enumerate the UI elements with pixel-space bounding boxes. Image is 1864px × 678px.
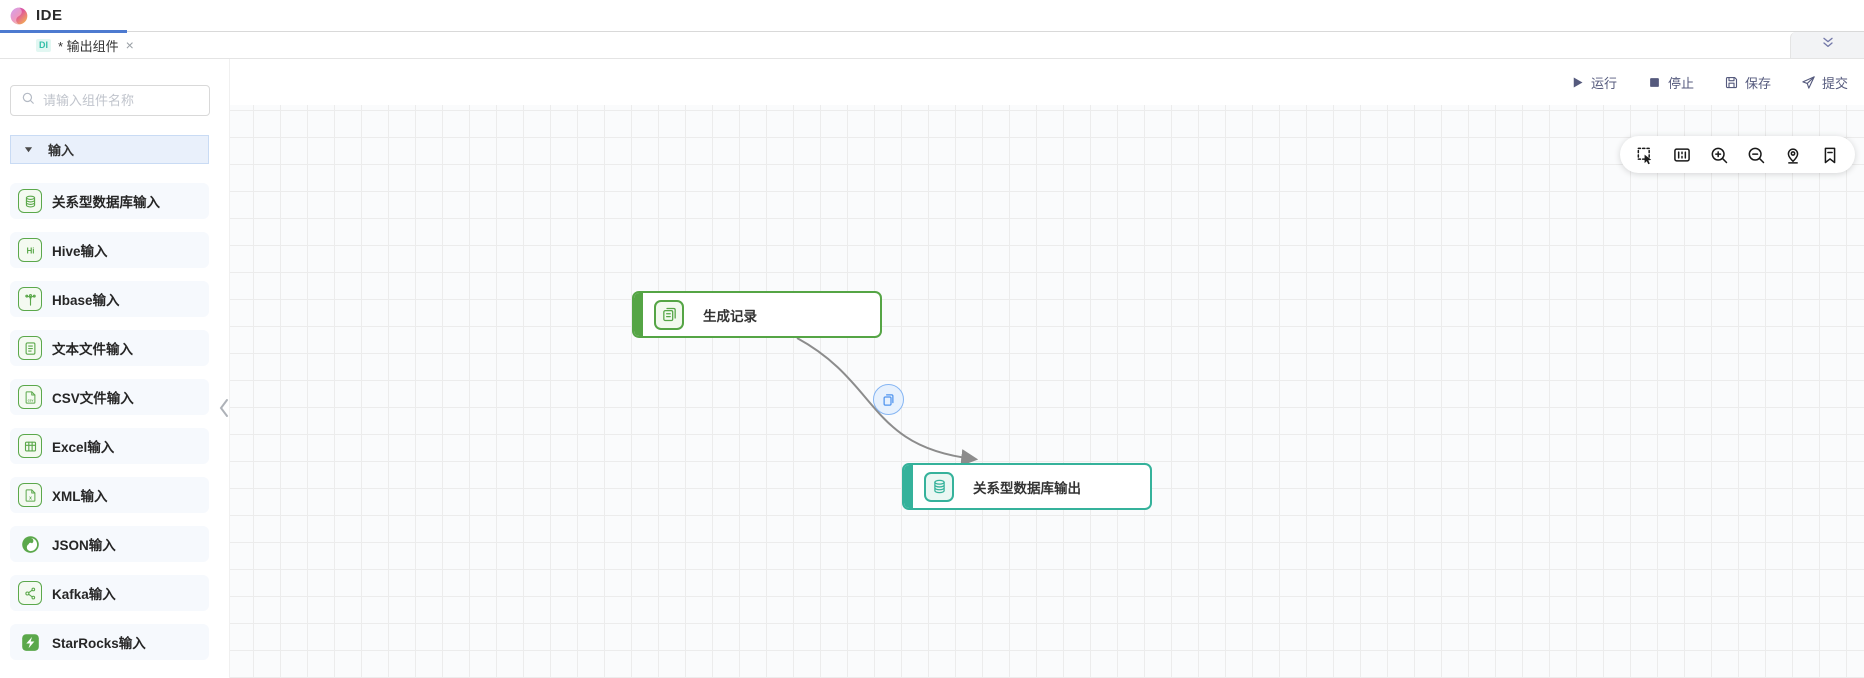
active-nav-underline: [0, 30, 127, 33]
stop-icon: [1647, 75, 1662, 90]
canvas-toolbar: [1620, 136, 1855, 173]
sidebar-item[interactable]: x XML输入: [10, 477, 209, 513]
excel-icon: [18, 434, 42, 458]
collapse-tabs-button[interactable]: [1790, 32, 1864, 58]
paper-plane-icon: [1801, 75, 1816, 90]
app-header: IDE: [0, 0, 1864, 32]
starrocks-icon: [18, 630, 42, 654]
component-list: 关系型数据库输入 Hi Hive输入 Hbase输入 文本文件输入 csv CS…: [10, 183, 209, 660]
kafka-icon: [18, 581, 42, 605]
stop-label: 停止: [1668, 73, 1694, 92]
double-chevron-down-icon: [1820, 35, 1836, 56]
play-icon: [1570, 75, 1585, 90]
json-icon: [18, 532, 42, 556]
sidebar-item[interactable]: Kafka输入: [10, 575, 209, 611]
sidebar-item[interactable]: Excel输入: [10, 428, 209, 464]
sidebar-item[interactable]: StarRocks输入: [10, 624, 209, 660]
submit-button[interactable]: 提交: [1801, 73, 1848, 92]
search-input[interactable]: [43, 93, 199, 108]
save-label: 保存: [1745, 73, 1771, 92]
tab-title: * 输出组件: [58, 36, 119, 55]
sidebar-item[interactable]: 关系型数据库输入: [10, 183, 209, 219]
close-icon[interactable]: ×: [126, 38, 134, 52]
main-area: 运行 停止 保存 提交: [230, 59, 1864, 678]
sidebar-item[interactable]: Hi Hive输入: [10, 232, 209, 268]
stop-button[interactable]: 停止: [1647, 73, 1694, 92]
sidebar-item[interactable]: Hbase输入: [10, 281, 209, 317]
di-badge: DI: [36, 39, 51, 52]
run-label: 运行: [1591, 73, 1617, 92]
zoom-in-icon[interactable]: [1709, 145, 1729, 165]
caret-down-icon: [24, 145, 33, 154]
flow-canvas[interactable]: 生成记录 关系型数据库输出: [230, 105, 1864, 678]
section-label: 输入: [48, 140, 74, 159]
content-row: 输入 关系型数据库输入 Hi Hive输入 Hbase输入 文本文件输入 csv…: [0, 59, 1864, 678]
node-relational-db-output[interactable]: 关系型数据库输出: [902, 463, 1152, 510]
node-label: 生成记录: [703, 305, 757, 325]
section-header-input[interactable]: 输入: [10, 135, 209, 164]
node-label: 关系型数据库输出: [973, 477, 1081, 497]
app-title: IDE: [36, 7, 63, 24]
svg-text:x: x: [29, 495, 32, 501]
component-search[interactable]: [10, 85, 210, 116]
search-icon: [21, 91, 35, 110]
save-button[interactable]: 保存: [1724, 73, 1771, 92]
xml-file-icon: x: [18, 483, 42, 507]
logo-swirl-icon: [9, 6, 29, 26]
sidebar-item[interactable]: 文本文件输入: [10, 330, 209, 366]
bookmark-icon[interactable]: [1820, 145, 1840, 165]
zoom-out-icon[interactable]: [1746, 145, 1766, 165]
hbase-icon: [18, 287, 42, 311]
node-accent-bar: [904, 465, 913, 508]
copy-icon: [881, 392, 896, 407]
component-sidebar: 输入 关系型数据库输入 Hi Hive输入 Hbase输入 文本文件输入 csv…: [0, 59, 230, 678]
edge-copy-badge[interactable]: [873, 384, 904, 415]
svg-text:csv: csv: [27, 398, 33, 402]
svg-text:Hi: Hi: [26, 246, 34, 255]
relational-database-icon: [18, 189, 42, 213]
csv-file-icon: csv: [18, 385, 42, 409]
minimap-icon[interactable]: [1672, 145, 1692, 165]
node-generate-records[interactable]: 生成记录: [632, 291, 882, 338]
sidebar-item[interactable]: csv CSV文件输入: [10, 379, 209, 415]
tab-output-component[interactable]: DI * 输出组件 ×: [36, 36, 134, 55]
floppy-icon: [1724, 75, 1739, 90]
generate-records-icon: [654, 300, 684, 330]
run-button[interactable]: 运行: [1570, 73, 1617, 92]
edge-layer: [230, 105, 1864, 678]
node-accent-bar: [634, 293, 643, 336]
ide-app: IDE DI * 输出组件 × 输入 关系型数据库输入 H: [0, 0, 1864, 678]
tab-bar: DI * 输出组件 ×: [0, 32, 1864, 59]
action-bar: 运行 停止 保存 提交: [230, 59, 1864, 105]
chevron-left-icon[interactable]: [216, 395, 232, 426]
sidebar-item[interactable]: JSON输入: [10, 526, 209, 562]
hive-icon: Hi: [18, 238, 42, 262]
relational-database-icon: [924, 472, 954, 502]
locate-icon[interactable]: [1783, 145, 1803, 165]
marquee-select-icon[interactable]: [1635, 145, 1655, 165]
submit-label: 提交: [1822, 73, 1848, 92]
text-file-icon: [18, 336, 42, 360]
